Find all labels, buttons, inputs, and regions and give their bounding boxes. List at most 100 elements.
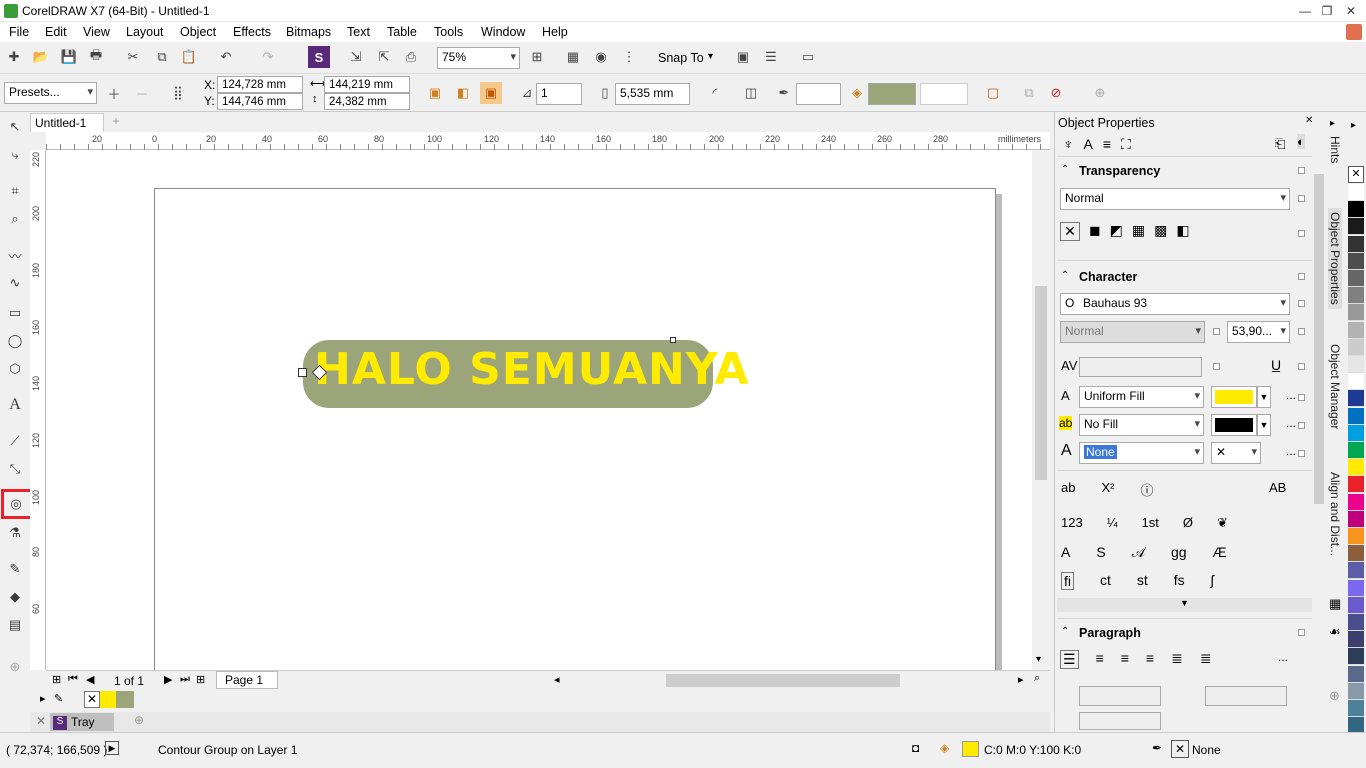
- paragraph-more-button[interactable]: ...: [1278, 650, 1288, 664]
- all-caps-icon[interactable]: AB: [1269, 480, 1286, 495]
- contour-start-handle[interactable]: [298, 368, 307, 377]
- paste-icon[interactable]: 📋: [178, 46, 200, 68]
- texture-transparency-icon[interactable]: ◧: [1176, 222, 1189, 241]
- tab-align-and-distribute[interactable]: Align and Dist...: [1328, 472, 1342, 556]
- tab-hints[interactable]: Hints: [1328, 136, 1342, 163]
- align-left-icon[interactable]: ≡: [1096, 650, 1104, 669]
- clear-contour-icon[interactable]: ⊘: [1045, 82, 1067, 104]
- interactive-fill-tool-icon[interactable]: ◆: [4, 586, 26, 608]
- palette-swatch[interactable]: [1348, 390, 1364, 408]
- discretionary-ligatures-icon[interactable]: Æ: [1213, 544, 1227, 561]
- outline-more-button[interactable]: ...: [1286, 444, 1296, 458]
- fountain-transparency-icon[interactable]: ◩: [1110, 222, 1123, 241]
- presets-select[interactable]: Presets...: [4, 82, 97, 104]
- palette-swatch[interactable]: [1348, 218, 1364, 236]
- palette-swatch[interactable]: [1348, 338, 1364, 356]
- chevron-down-icon[interactable]: ▼: [1257, 414, 1271, 436]
- launch-icon[interactable]: ▭: [797, 46, 819, 68]
- text-fill-color-picker[interactable]: [1211, 386, 1257, 408]
- background-fill-more-button[interactable]: ...: [1286, 416, 1296, 430]
- zoom-one-shot-icon[interactable]: ⌕: [1034, 672, 1040, 685]
- show-guidelines-icon[interactable]: ⋮: [618, 46, 640, 68]
- outside-icon[interactable]: ▣: [480, 82, 502, 104]
- add-tray-icon[interactable]: ⊕: [134, 713, 144, 727]
- palette-swatch[interactable]: [1348, 528, 1364, 545]
- menu-edit[interactable]: Edit: [45, 25, 67, 39]
- freehand-tool-icon[interactable]: 〰: [4, 244, 26, 266]
- palette-eyedropper-icon[interactable]: ✎: [54, 692, 63, 705]
- palette-swatch[interactable]: [1348, 476, 1364, 494]
- crop-tool-icon[interactable]: ⌗: [4, 180, 26, 202]
- palette-swatch[interactable]: [1348, 184, 1364, 201]
- transparency-tool-icon[interactable]: ⚗: [4, 522, 26, 544]
- pick-tool-icon[interactable]: ↖: [4, 116, 26, 138]
- zoom-tool-icon[interactable]: ⌕: [4, 208, 26, 230]
- palette-swatch[interactable]: [1348, 270, 1364, 287]
- contour-offset-field[interactable]: 5,535 mm: [615, 83, 690, 105]
- text-fill-more-button[interactable]: ...: [1286, 388, 1296, 402]
- palette-swatch[interactable]: [1348, 614, 1364, 631]
- frame-properties-icon[interactable]: ⛶: [1121, 136, 1131, 153]
- swash-icon[interactable]: S: [1096, 544, 1105, 561]
- contour-color-direction-icon[interactable]: ◫: [740, 82, 762, 104]
- font-size-select[interactable]: 53,90...: [1227, 321, 1290, 343]
- dockers-expand-icon[interactable]: ▸: [1330, 118, 1335, 129]
- last-fill-color-picker[interactable]: [920, 83, 968, 105]
- new-document-icon[interactable]: ✚: [3, 46, 25, 68]
- force-justify-icon[interactable]: ≣: [1200, 650, 1212, 669]
- background-fill-color-picker[interactable]: [1211, 414, 1257, 436]
- color-palette-manager-icon[interactable]: ☙: [1329, 624, 1341, 640]
- bitmap-pattern-transparency-icon[interactable]: ▩: [1154, 222, 1167, 241]
- parallel-dimension-tool-icon[interactable]: ⟋: [4, 430, 26, 452]
- application-launcher-icon[interactable]: ☰: [760, 46, 782, 68]
- outline-none-swatch[interactable]: ✕: [1171, 740, 1189, 758]
- palette-scroll-up-icon[interactable]: ▸: [1351, 120, 1356, 131]
- polygon-tool-icon[interactable]: ⬡: [4, 358, 26, 380]
- eyedropper-tool-icon[interactable]: ✎: [4, 558, 26, 580]
- fi-ligature-icon[interactable]: fi: [1061, 572, 1074, 590]
- save-icon[interactable]: 💾: [58, 46, 80, 68]
- user-icon[interactable]: [1346, 24, 1362, 40]
- tab-object-properties[interactable]: Object Properties: [1328, 208, 1342, 309]
- copy-contour-icon[interactable]: ⧉: [1018, 82, 1040, 104]
- tray-tab[interactable]: S Tray: [50, 713, 114, 731]
- collapse-transparency-icon[interactable]: ⌃: [1061, 164, 1069, 175]
- palette-swatch[interactable]: [1348, 682, 1364, 700]
- export-icon[interactable]: ⇱: [373, 46, 395, 68]
- left-indent-field[interactable]: [1079, 686, 1161, 706]
- standard-ligatures-icon[interactable]: gg: [1171, 544, 1187, 561]
- paragraph-properties-icon[interactable]: ≡: [1103, 136, 1111, 153]
- add-icon[interactable]: ⊕: [1089, 82, 1111, 104]
- to-center-icon[interactable]: ▣: [424, 82, 446, 104]
- historical-forms-icon[interactable]: ʃ: [1211, 572, 1214, 590]
- full-screen-preview-icon[interactable]: ⊞: [526, 46, 548, 68]
- outline-width-select[interactable]: None: [1079, 442, 1204, 464]
- offset-slider-handle[interactable]: [670, 337, 676, 343]
- text-tool-icon[interactable]: A: [4, 394, 26, 416]
- docker-options-icon[interactable]: ⎗: [1275, 136, 1285, 152]
- tab-object-manager[interactable]: Object Manager: [1328, 344, 1342, 429]
- menu-effects[interactable]: Effects: [233, 25, 271, 39]
- color-styles-icon[interactable]: ▦: [1329, 596, 1341, 612]
- slashed-zero-icon[interactable]: Ø: [1183, 515, 1193, 531]
- docker-close-icon[interactable]: ✕: [1305, 115, 1313, 126]
- outline-color-select[interactable]: ✕: [1211, 442, 1261, 464]
- underline-icon[interactable]: U̲: [1271, 357, 1281, 373]
- text-fill-type-select[interactable]: Uniform Fill: [1079, 386, 1204, 408]
- right-indent-field[interactable]: [1079, 712, 1161, 730]
- no-align-icon[interactable]: ☰: [1060, 650, 1079, 669]
- docker-scroll-thumb[interactable]: [1314, 174, 1324, 504]
- palette-swatch[interactable]: [1348, 252, 1364, 270]
- fractions-icon[interactable]: ¼: [1107, 515, 1118, 531]
- palette-swatch[interactable]: [1348, 442, 1364, 459]
- justify-icon[interactable]: ≣: [1171, 650, 1183, 669]
- shape-tool-icon[interactable]: ⤷: [4, 144, 26, 166]
- cut-icon[interactable]: ✂: [122, 46, 144, 68]
- publish-pdf-icon[interactable]: ⎙: [400, 46, 422, 68]
- vertical-scroll-thumb[interactable]: [1035, 286, 1047, 480]
- contour-steps-field[interactable]: 1: [536, 83, 582, 105]
- contour-corners-icon[interactable]: ◜: [704, 82, 726, 104]
- prev-page-icon[interactable]: ◀: [86, 673, 94, 686]
- menu-window[interactable]: Window: [481, 25, 525, 39]
- fill-properties-icon[interactable]: ♆: [1063, 136, 1074, 153]
